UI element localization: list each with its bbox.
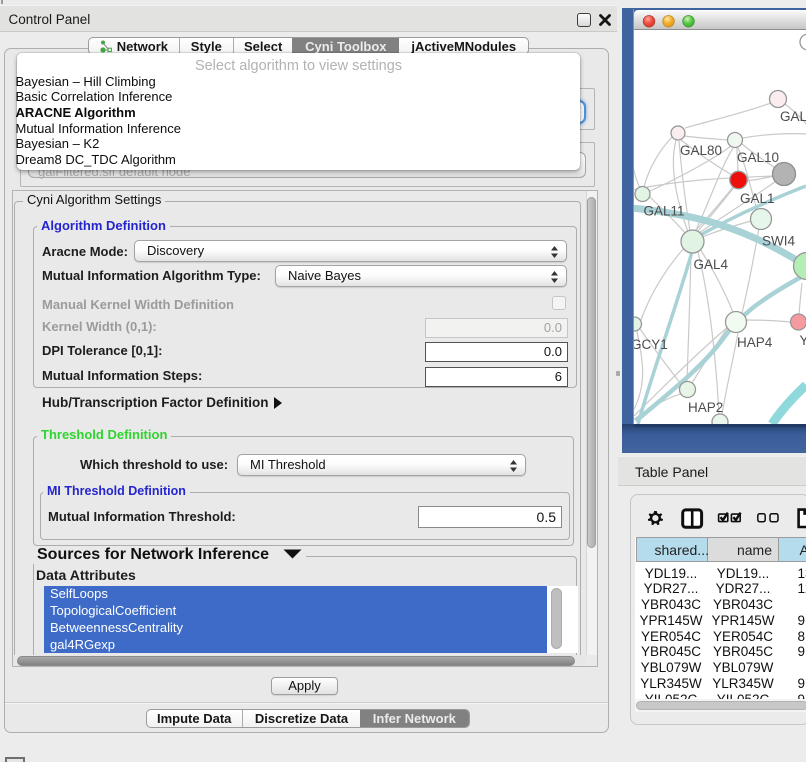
svg-text:GAL80: GAL80 <box>680 143 722 158</box>
svg-text:GCY1: GCY1 <box>634 337 668 352</box>
svg-text:YM: YM <box>800 333 806 348</box>
svg-text:GAL1: GAL1 <box>740 191 775 206</box>
svg-text:SWI4: SWI4 <box>762 234 795 249</box>
svg-text:HAP4: HAP4 <box>737 335 773 350</box>
svg-text:GAL10: GAL10 <box>737 150 779 165</box>
svg-text:HAP2: HAP2 <box>688 400 723 415</box>
svg-text:GAL4: GAL4 <box>694 257 729 272</box>
svg-text:GAL7: GAL7 <box>780 109 806 124</box>
svg-text:GAL11: GAL11 <box>644 204 685 219</box>
